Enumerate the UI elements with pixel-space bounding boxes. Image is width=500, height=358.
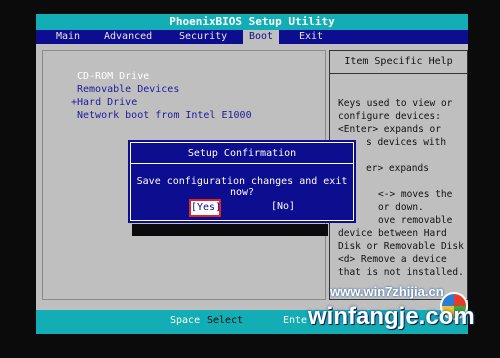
tab-advanced[interactable]: Advanced xyxy=(98,30,158,44)
yes-button[interactable]: [Yes] xyxy=(189,199,221,217)
help-line: configure devices: xyxy=(338,111,441,122)
no-button[interactable]: [No] xyxy=(271,201,295,212)
watermark-site: www.win7zhijia.cn xyxy=(330,284,444,299)
boot-item-cdrom[interactable]: CD-ROM Drive xyxy=(77,71,149,82)
tab-security[interactable]: Security xyxy=(173,30,233,44)
window-title: PhoenixBIOS Setup Utility xyxy=(169,15,335,28)
help-line: ove removable xyxy=(378,215,453,226)
watermark-brand: winfangje.com xyxy=(308,303,475,330)
dialog-divider xyxy=(131,163,353,164)
help-line: device between Hard xyxy=(338,228,447,239)
footer-action-select: Select xyxy=(207,315,244,326)
tab-exit[interactable]: Exit xyxy=(293,30,329,44)
dialog-shadow xyxy=(132,224,328,236)
boot-item-hard-drive[interactable]: +Hard Drive xyxy=(71,97,137,108)
help-line: er> expands xyxy=(366,163,429,174)
help-line: Disk or Removable Disk xyxy=(338,241,464,252)
tab-boot[interactable]: Boot xyxy=(243,30,280,44)
help-title: Item Specific Help xyxy=(330,51,467,74)
menu-bar: Main Advanced Security Boot Exit xyxy=(36,30,468,44)
boot-item-removable[interactable]: Removable Devices xyxy=(77,84,179,95)
title-bar: PhoenixBIOS Setup Utility xyxy=(36,14,468,30)
dialog-title: Setup Confirmation xyxy=(187,148,297,159)
footer-key-space: Space xyxy=(170,315,201,326)
help-line: or down. xyxy=(378,202,424,213)
help-line: Keys used to view or xyxy=(338,98,453,109)
setup-confirmation-dialog: Setup Confirmation Save configuration ch… xyxy=(128,140,356,223)
footer-key-enter: Ente xyxy=(283,315,308,326)
dialog-message: Save configuration changes and exit now? xyxy=(136,176,348,198)
boot-item-network[interactable]: Network boot from Intel E1000 xyxy=(77,110,252,121)
help-line: s devices with xyxy=(366,137,447,148)
tab-main[interactable]: Main xyxy=(50,30,86,44)
help-line: <Enter> expands or xyxy=(338,124,441,135)
help-line: <-> moves the xyxy=(378,189,453,200)
help-line: <d> Remove a device xyxy=(338,254,447,265)
dialog-frame: Setup Confirmation Save configuration ch… xyxy=(130,142,354,221)
help-line: that is not installed. xyxy=(338,267,464,278)
